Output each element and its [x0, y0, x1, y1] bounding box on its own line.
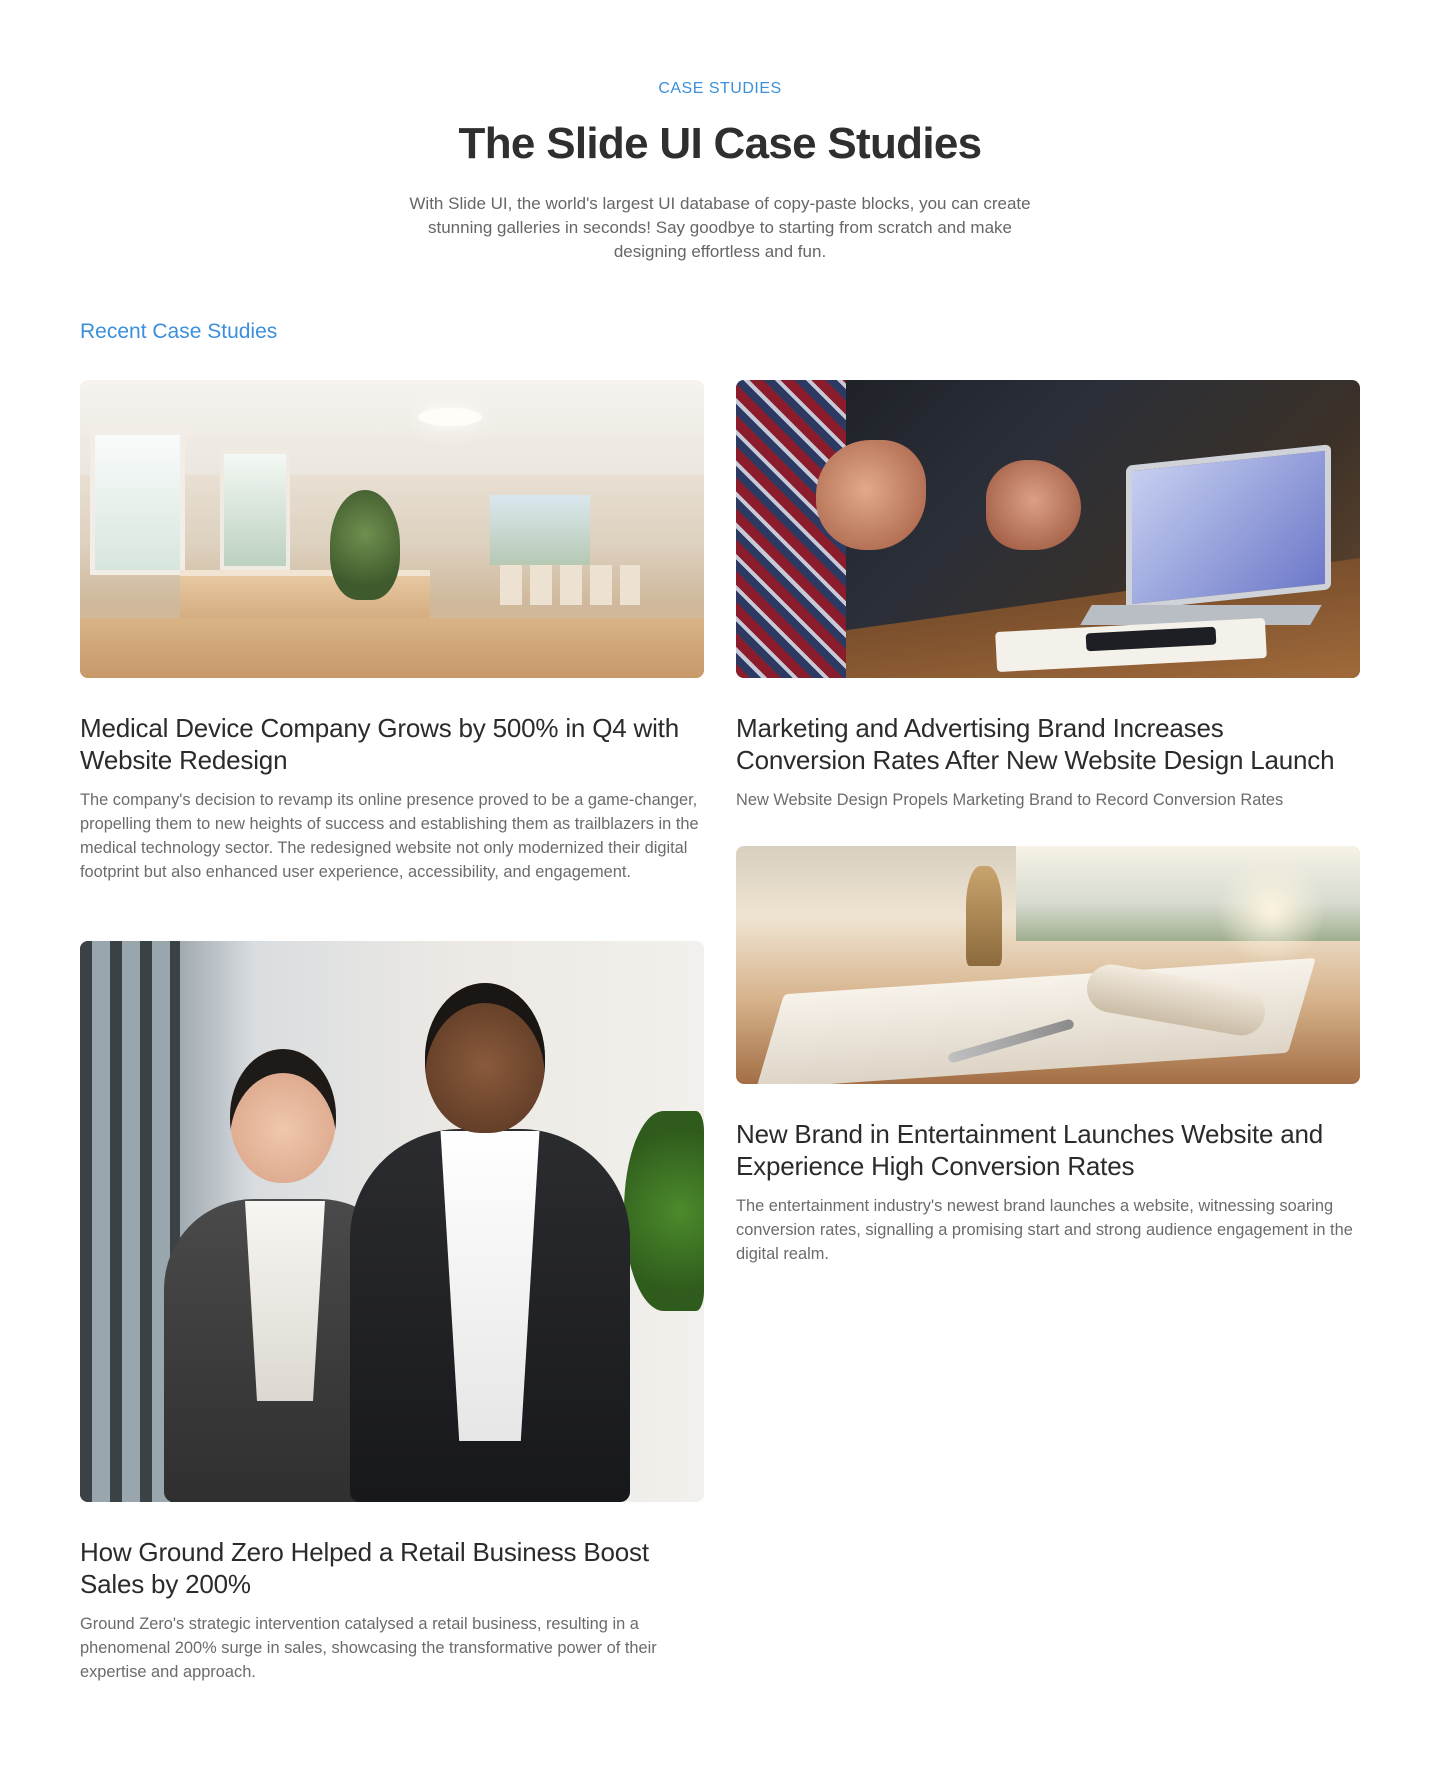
- gesturing-hand: [816, 440, 926, 550]
- case-study-card[interactable]: Medical Device Company Grows by 500% in …: [80, 380, 704, 884]
- hero-section: CASE STUDIES The Slide UI Case Studies W…: [0, 80, 1440, 264]
- laptop-screen: [1126, 444, 1331, 611]
- case-study-description: The entertainment industry's newest bran…: [736, 1197, 1353, 1263]
- woman-head: [230, 1049, 336, 1183]
- case-study-title[interactable]: New Brand in Entertainment Launches Webs…: [736, 1118, 1360, 1182]
- business-people-image[interactable]: [80, 941, 704, 1502]
- office-window: [220, 450, 290, 570]
- potted-plant: [330, 490, 400, 600]
- vintage-desk-image[interactable]: [736, 846, 1360, 1084]
- office-window: [90, 430, 185, 575]
- case-study-card[interactable]: New Brand in Entertainment Launches Webs…: [736, 846, 1360, 1266]
- woman-blouse: [245, 1201, 325, 1401]
- case-study-title[interactable]: Medical Device Company Grows by 500% in …: [80, 712, 704, 776]
- office-plant: [624, 1111, 704, 1311]
- case-study-card[interactable]: How Ground Zero Helped a Retail Business…: [80, 941, 704, 1684]
- case-study-description: The company's decision to revamp its onl…: [80, 791, 699, 881]
- case-study-title[interactable]: Marketing and Advertising Brand Increase…: [736, 712, 1360, 776]
- recent-case-studies-heading: Recent Case Studies: [80, 320, 278, 343]
- case-study-title[interactable]: How Ground Zero Helped a Retail Business…: [80, 1536, 704, 1600]
- case-study-description: New Website Design Propels Marketing Bra…: [736, 791, 1284, 809]
- hallway-window: [490, 495, 590, 565]
- ceiling-lamp: [418, 408, 482, 426]
- laptop-meeting-image[interactable]: [736, 380, 1360, 678]
- sun-glow: [1216, 856, 1326, 966]
- case-study-description: Ground Zero's strategic intervention cat…: [80, 1615, 657, 1681]
- case-study-card[interactable]: Marketing and Advertising Brand Increase…: [736, 380, 1360, 812]
- eyebrow-label: CASE STUDIES: [658, 80, 782, 97]
- gesturing-hand: [986, 460, 1081, 550]
- waiting-chairs: [500, 565, 640, 605]
- man-head: [425, 983, 545, 1133]
- page-title: The Slide UI Case Studies: [458, 119, 983, 168]
- wooden-floor: [80, 618, 704, 678]
- brass-ornament: [966, 866, 1002, 966]
- medical-office-image[interactable]: [80, 380, 704, 678]
- case-studies-page: CASE STUDIES The Slide UI Case Studies W…: [0, 0, 1440, 1766]
- page-subtitle: With Slide UI, the world's largest UI da…: [409, 194, 1031, 261]
